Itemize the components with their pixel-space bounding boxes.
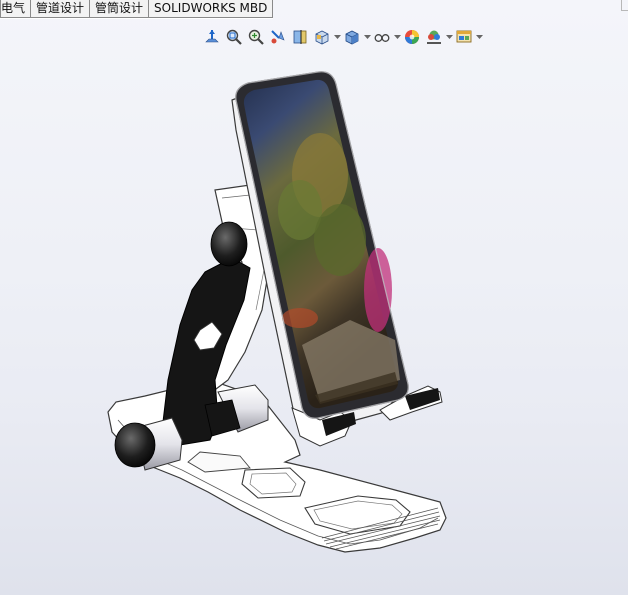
pivot-knob-top — [210, 221, 248, 267]
hinge-front — [114, 417, 183, 471]
graphics-area[interactable] — [0, 0, 628, 595]
